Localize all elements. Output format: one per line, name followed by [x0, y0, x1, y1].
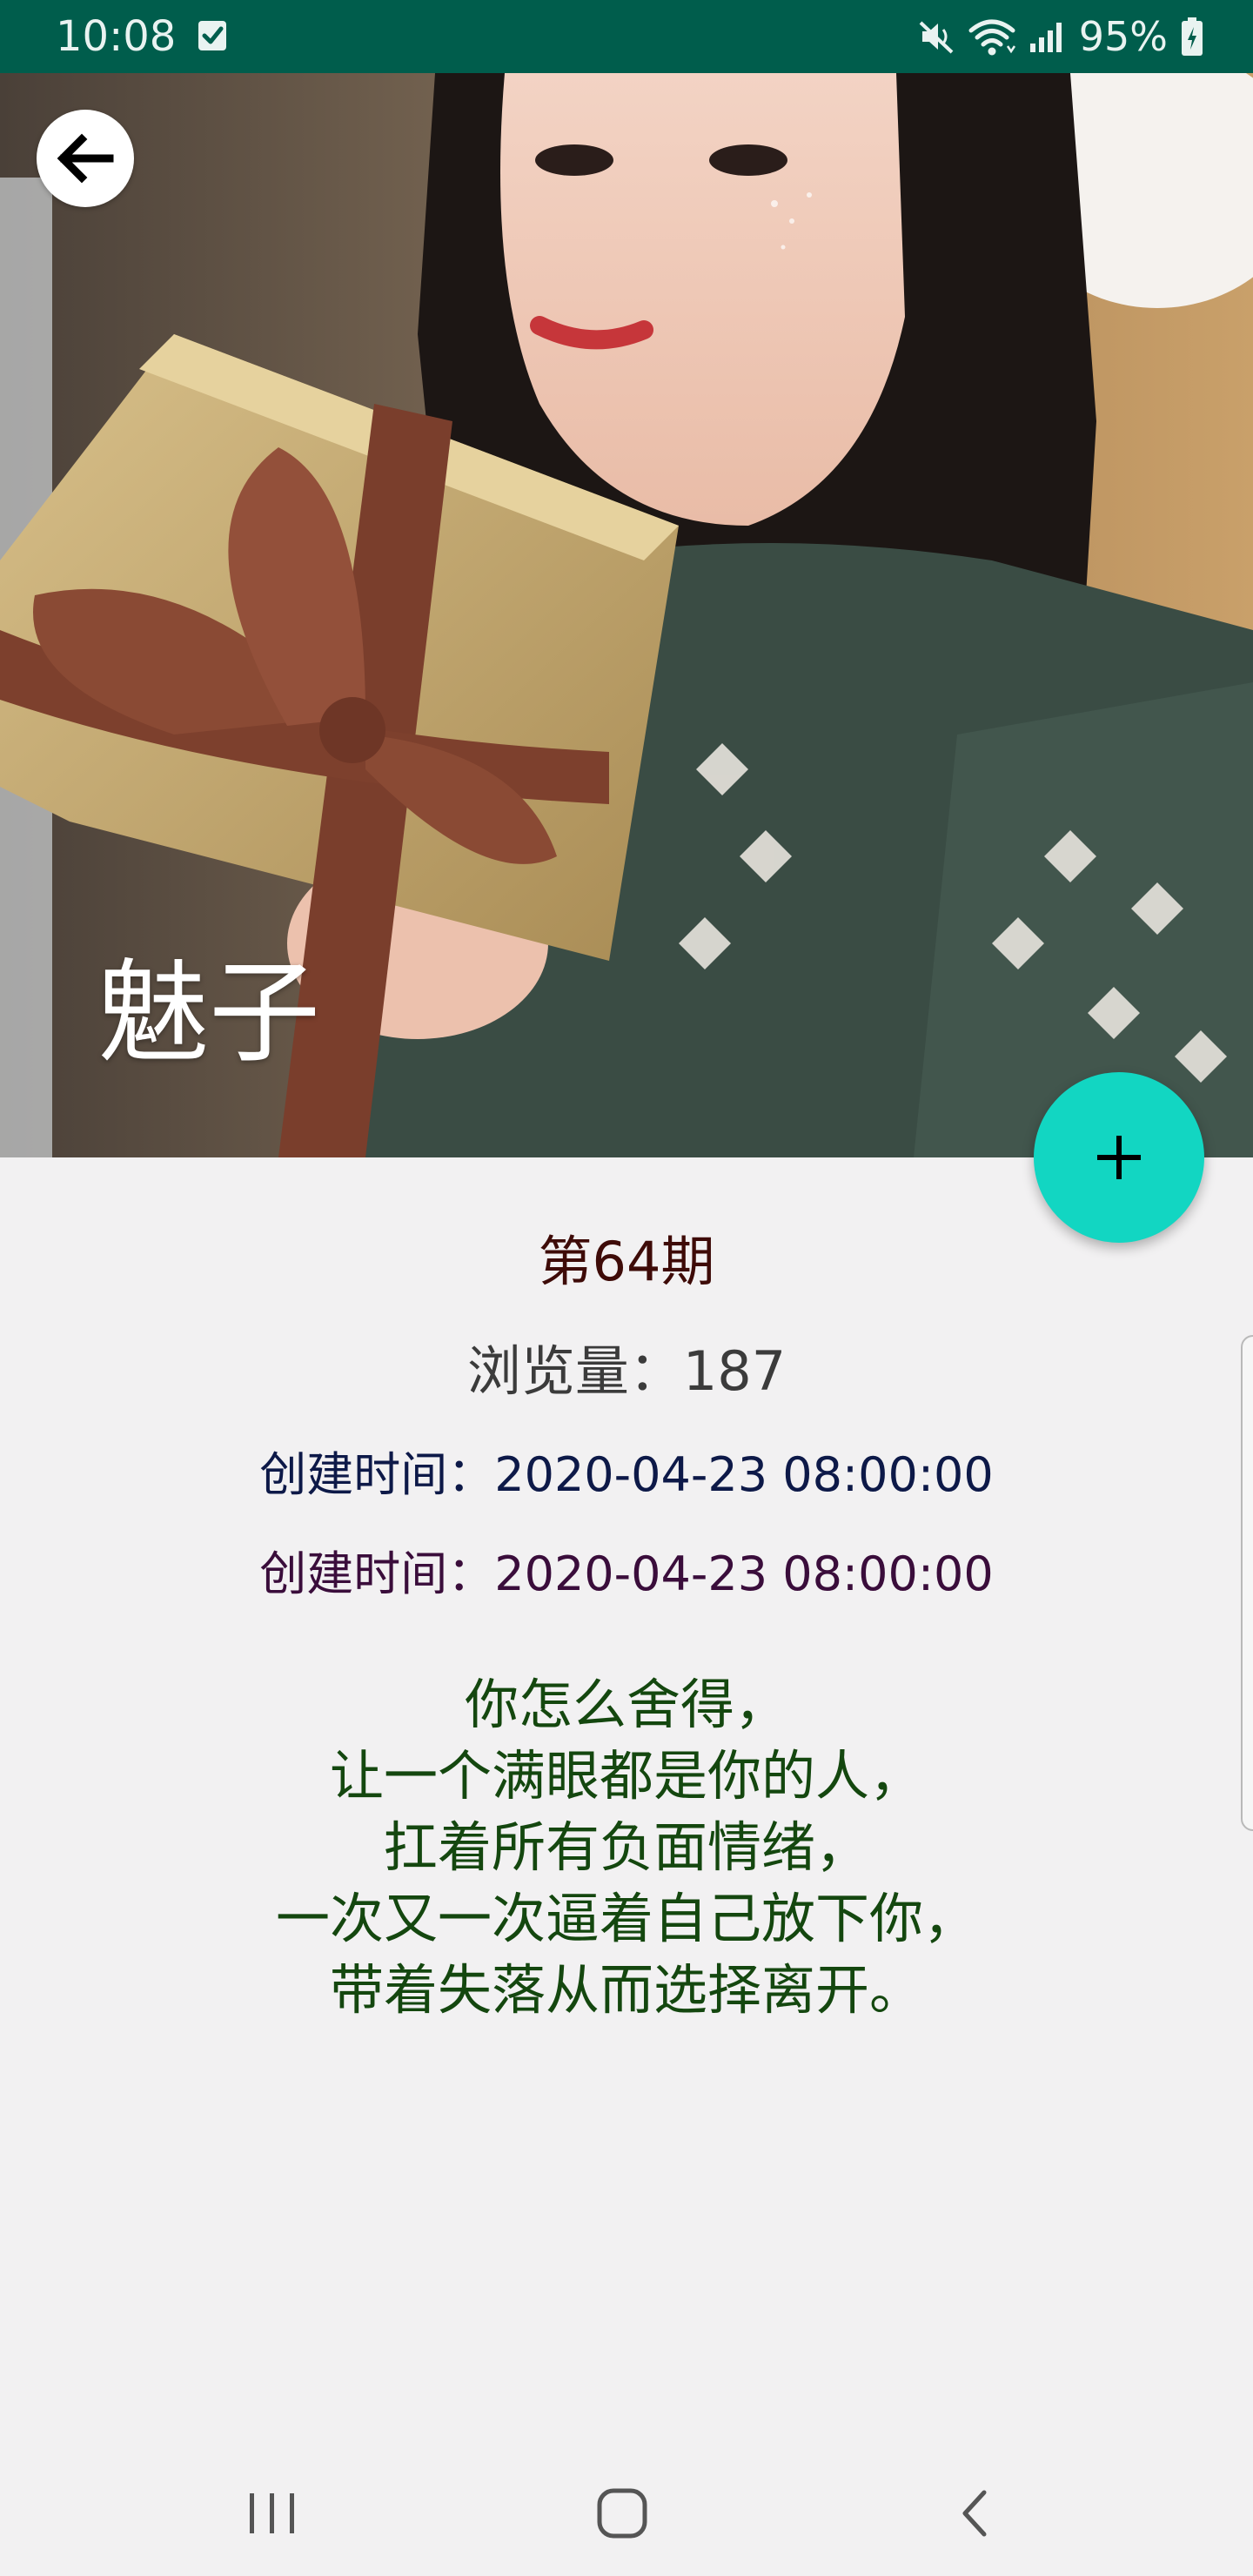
view-count: 浏览量：187 — [466, 1339, 787, 1403]
hero-banner: 魅子 — [0, 73, 1253, 1157]
arrow-left-icon — [57, 133, 114, 184]
home-icon — [597, 2488, 647, 2539]
status-time: 10:08 — [56, 12, 177, 61]
poem-line: 扛着所有负面情绪， — [383, 1815, 869, 1879]
status-icons: 95% — [917, 9, 1204, 64]
poem-line: 让一个满眼都是你的人， — [329, 1744, 923, 1808]
hero-title: 魅子 — [97, 949, 321, 1078]
created-time: 创建时间：2020-04-23 08:00:00 — [259, 1447, 994, 1502]
poem-line: 带着失落从而选择离开。 — [329, 1958, 923, 2022]
created-time-secondary: 创建时间：2020-04-23 08:00:00 — [259, 1546, 994, 1601]
home-button[interactable] — [583, 2479, 661, 2548]
recent-apps-button[interactable] — [233, 2479, 312, 2548]
signal-icon — [1029, 23, 1062, 52]
recent-apps-icon — [250, 2493, 294, 2533]
poem-text: 你怎么舍得， 让一个满眼都是你的人， 扛着所有负面情绪， 一次又一次逼着自己放下… — [0, 1669, 1253, 2026]
plus-icon — [1097, 1136, 1141, 1179]
back-button[interactable] — [37, 110, 134, 207]
issue-number: 第64期 — [538, 1230, 715, 1293]
battery-percent: 95% — [1078, 13, 1168, 60]
status-bar: 10:08 95% — [0, 0, 1253, 73]
navigation-bar — [0, 2451, 1253, 2576]
poem-line: 一次又一次逼着自己放下你， — [275, 1887, 977, 1950]
back-nav-button[interactable] — [935, 2479, 1013, 2548]
edge-panel-handle[interactable] — [1241, 1335, 1253, 1831]
mute-icon — [919, 21, 954, 54]
back-nav-icon — [962, 2490, 987, 2537]
poem-line: 你怎么舍得， — [464, 1673, 788, 1736]
add-fab-button[interactable] — [1034, 1072, 1204, 1243]
battery-charging-icon — [1182, 17, 1203, 56]
wifi-icon — [968, 19, 1015, 56]
notification-check-icon — [198, 21, 226, 50]
